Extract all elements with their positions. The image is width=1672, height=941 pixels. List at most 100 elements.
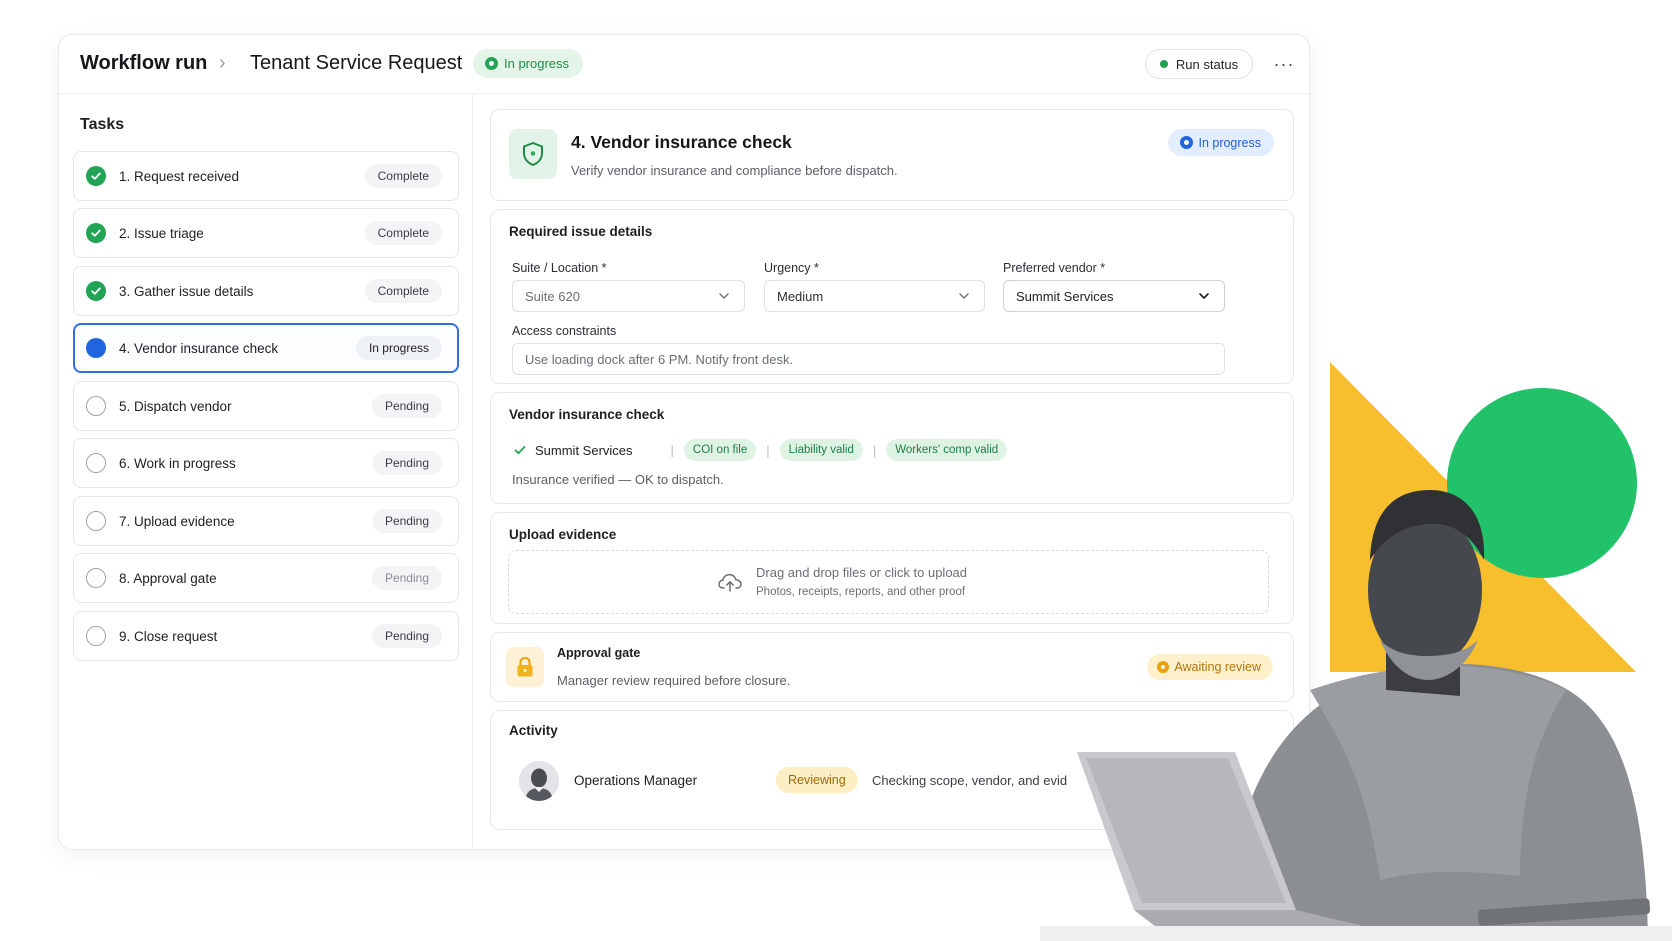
insurance-row: Summit Services | COI on file | Liabilit…: [512, 438, 1008, 462]
status-dot-icon: [485, 57, 498, 70]
urgency-select[interactable]: Medium: [764, 280, 985, 312]
urgency-value: Medium: [777, 288, 824, 304]
chevron-down-icon: [719, 293, 729, 299]
page-title: Tenant Service Request: [250, 52, 463, 74]
step-detail-panel: 4. Vendor insurance check Verify vendor …: [473, 94, 1309, 849]
vendor-label: Preferred vendor *: [1003, 261, 1106, 275]
task-label: 7. Upload evidence: [119, 513, 235, 529]
upload-dropzone[interactable]: Drag and drop files or click to upload P…: [508, 550, 1269, 614]
task-status: Pending: [371, 566, 442, 590]
dropzone-text: Drag and drop files or click to upload: [756, 565, 968, 580]
task-status: Pending: [371, 451, 442, 475]
task-status: Complete: [364, 279, 442, 303]
dropzone-subtext: Photos, receipts, reports, and other pro…: [756, 586, 966, 598]
task-label: 5. Dispatch vendor: [119, 398, 232, 414]
task-label: 1. Request received: [119, 168, 240, 184]
step-header-card: 4. Vendor insurance check Verify vendor …: [490, 109, 1294, 201]
divider: |: [670, 442, 674, 458]
pending-circle-icon: [86, 568, 106, 588]
task-item[interactable]: 1. Request received Complete: [73, 151, 459, 201]
task-item[interactable]: 9. Close request Pending: [73, 611, 459, 661]
activity-card: Activity Operations Manager Reviewing Ch…: [490, 710, 1294, 830]
task-item-active[interactable]: 4. Vendor insurance check In progress: [73, 323, 459, 373]
insurance-note: Insurance verified — OK to dispatch.: [512, 472, 724, 487]
step-status-badge: In progress: [1168, 129, 1274, 156]
task-label: 2. Issue triage: [119, 225, 204, 241]
run-status-button[interactable]: Run status: [1145, 49, 1253, 79]
urgency-label: Urgency *: [764, 261, 819, 275]
section-title: Upload evidence: [509, 527, 617, 542]
status-dot-icon: [1157, 661, 1170, 673]
task-label: 3. Gather issue details: [119, 283, 254, 299]
workers-comp-tag: Workers' comp valid: [886, 439, 1008, 461]
access-value: Use loading dock after 6 PM. Notify fron…: [525, 351, 794, 367]
green-circle-shape: [1447, 388, 1637, 578]
breadcrumb-separator: ›: [219, 52, 226, 74]
access-label: Access constraints: [512, 324, 617, 338]
workflow-window: Workflow run › Tenant Service Request In…: [58, 34, 1310, 850]
approval-title: Approval gate: [557, 646, 641, 660]
task-status: Pending: [371, 624, 442, 648]
upload-evidence-card: Upload evidence Drag and drop files or c…: [490, 512, 1294, 624]
task-item[interactable]: 7. Upload evidence Pending: [73, 496, 459, 546]
task-item[interactable]: 5. Dispatch vendor Pending: [73, 381, 459, 431]
approval-gate-card: Approval gate Manager review required be…: [490, 632, 1294, 702]
yellow-triangle-shape: [1330, 362, 1636, 672]
insurance-card: Vendor insurance check Summit Services |…: [490, 392, 1294, 504]
run-status-button-label: Run status: [1175, 56, 1239, 72]
pending-circle-icon: [86, 626, 106, 646]
approval-subtitle: Manager review required before closure.: [557, 673, 791, 688]
task-label: 9. Close request: [119, 628, 218, 644]
insurance-vendor: Summit Services: [535, 442, 633, 458]
cloud-upload-icon: [718, 573, 742, 592]
run-status-badge-label: In progress: [504, 56, 570, 71]
task-status: Pending: [371, 509, 442, 533]
task-item[interactable]: 8. Approval gate Pending: [73, 553, 459, 603]
task-label: 4. Vendor insurance check: [119, 340, 279, 356]
liability-tag: Liability valid: [779, 439, 863, 461]
activity-title: Activity: [509, 723, 558, 738]
breadcrumb-root[interactable]: Workflow run: [80, 52, 207, 75]
shield-icon: [509, 129, 557, 179]
desk-surface: [1040, 926, 1672, 941]
step-title: 4. Vendor insurance check: [571, 132, 792, 152]
access-constraints-field[interactable]: Use loading dock after 6 PM. Notify fron…: [512, 343, 1225, 375]
required-details-card: Required issue details Suite / Location …: [490, 209, 1294, 384]
check-circle-icon: [86, 166, 106, 186]
chevron-down-icon: [1199, 293, 1209, 299]
live-dot-icon: [1159, 60, 1168, 68]
suite-label: Suite / Location *: [512, 261, 607, 275]
run-status-badge: In progress: [473, 49, 584, 78]
task-item[interactable]: 2. Issue triage Complete: [73, 208, 459, 258]
avatar: [519, 761, 559, 801]
pending-circle-icon: [86, 396, 106, 416]
approval-status-badge: Awaiting review: [1147, 654, 1273, 680]
suite-value: Suite 620: [525, 288, 580, 304]
approval-status-label: Awaiting review: [1174, 660, 1261, 674]
task-status: Complete: [364, 164, 442, 188]
section-title: Vendor insurance check: [509, 407, 665, 422]
activity-text: Checking scope, vendor, and evid: [872, 773, 1068, 788]
suite-select[interactable]: Suite 620: [512, 280, 745, 312]
vendor-select[interactable]: Summit Services: [1003, 280, 1225, 312]
chevron-down-icon: [959, 293, 969, 299]
step-status-label: In progress: [1198, 135, 1261, 150]
task-status: Pending: [371, 394, 442, 418]
task-item[interactable]: 6. Work in progress Pending: [73, 438, 459, 488]
task-label: 6. Work in progress: [119, 455, 236, 471]
vendor-value: Summit Services: [1016, 288, 1114, 304]
divider: |: [766, 442, 770, 458]
task-status: Complete: [364, 221, 442, 245]
check-circle-icon: [86, 223, 106, 243]
current-step-icon: [86, 338, 106, 358]
check-icon: [512, 442, 528, 458]
pending-circle-icon: [86, 453, 106, 473]
pending-circle-icon: [86, 511, 106, 531]
tasks-sidebar: Tasks 1. Request received Complete 2. Is…: [59, 94, 473, 849]
task-item[interactable]: 3. Gather issue details Complete: [73, 266, 459, 316]
activity-status-tag: Reviewing: [776, 767, 858, 793]
check-circle-icon: [86, 281, 106, 301]
more-options-icon[interactable]: ···: [1271, 51, 1297, 77]
step-subtitle: Verify vendor insurance and compliance b…: [571, 163, 898, 178]
section-title: Required issue details: [509, 224, 653, 239]
